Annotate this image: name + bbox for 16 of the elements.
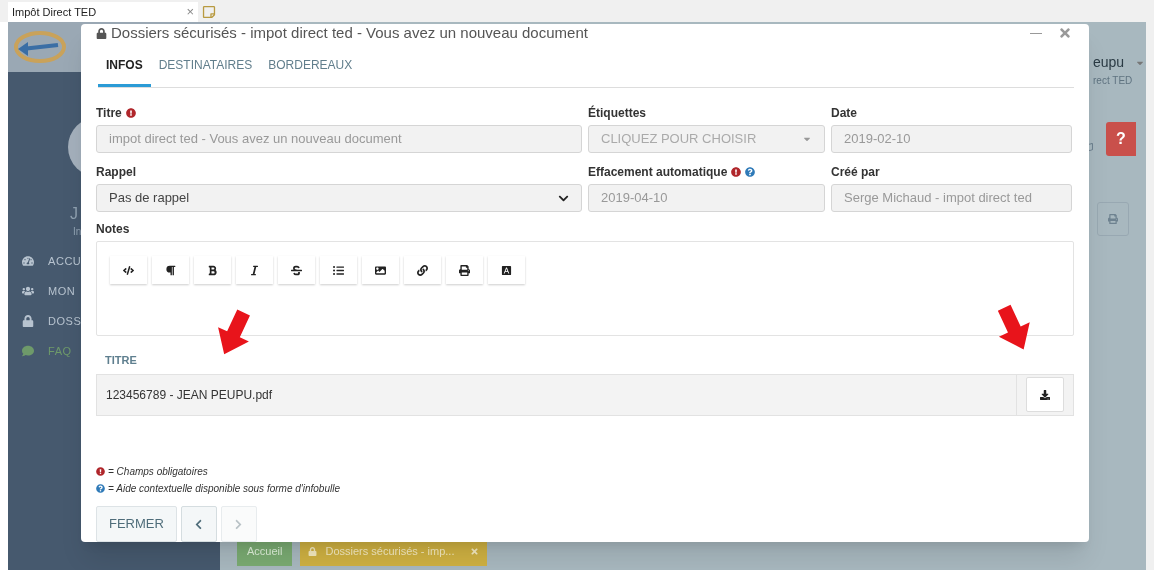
field-label: Rappel	[96, 164, 136, 181]
user-name: eupu	[1093, 53, 1126, 72]
legend-text: = Aide contextuelle disponible sous forme d'infobulle	[108, 482, 340, 496]
field-label: Étiquettes	[588, 104, 646, 122]
legend-text: = Champs obligatoires	[108, 465, 208, 479]
user-organization: rect TED	[1093, 74, 1133, 88]
field-label: Titre	[96, 105, 122, 122]
user-name: J	[70, 204, 78, 224]
tab-title: Impôt Direct TED	[12, 4, 98, 20]
column-header: TITRE	[105, 353, 138, 369]
field-label: Créé par	[831, 164, 880, 181]
field-label: Notes	[96, 221, 131, 238]
modal-title: Dossiers sécurisés - impot direct ted - Vous avez un nouveau document	[111, 22, 588, 43]
field-label: Effacement automatique	[588, 164, 728, 181]
field-label: Date	[831, 105, 857, 122]
user-subtitle: In	[73, 225, 82, 239]
